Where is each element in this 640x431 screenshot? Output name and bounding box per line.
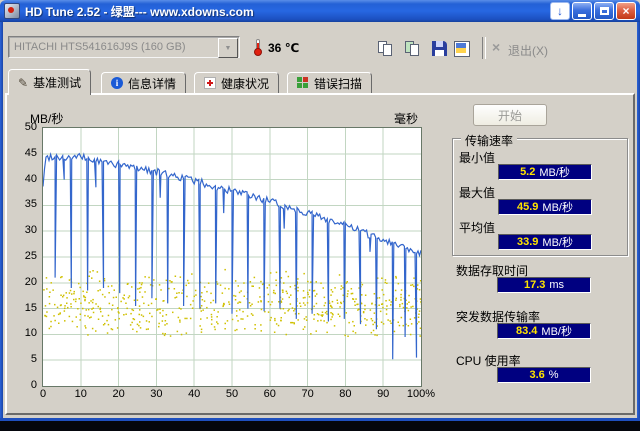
access-time-number: 17.3: [523, 279, 546, 291]
window-title: HD Tune 2.52 - 绿盟--- www.xdowns.com: [25, 4, 254, 19]
dropdown-arrow-icon[interactable]: ▼: [218, 38, 238, 58]
x-tick-label: 100%: [406, 388, 436, 400]
y2-axis-label: 毫秒: [394, 112, 419, 126]
close-icon: ×: [622, 4, 630, 18]
stat-min-number: 5.2: [520, 166, 536, 178]
benchmark-icon: ✎: [18, 75, 29, 90]
y-tick-label: 40: [24, 172, 37, 185]
thermometer-icon: [254, 39, 262, 56]
x-tick-label: 10: [74, 388, 87, 400]
exit-button[interactable]: 退出(X): [508, 42, 548, 59]
y-tick-label: 20: [24, 275, 37, 288]
x-axis-ticks: 0 10 20 30 40 50 60 70 80 90 100%: [39, 388, 435, 402]
benchmark-chart: [43, 128, 421, 386]
desktop-strip: [0, 421, 640, 431]
drive-select-dropdown[interactable]: HITACHI HTS541616J9S (160 GB) ▼: [8, 36, 240, 58]
stat-value-min: 5.2 MB/秒: [498, 164, 592, 180]
minimize-icon: [578, 14, 586, 17]
info-icon: i: [111, 77, 123, 89]
burst-rate-number: 83.4: [516, 325, 538, 337]
copy-text-icon[interactable]: [376, 40, 396, 58]
tab-error-scan-label: 错误扫描: [314, 76, 363, 91]
app-icon: [4, 3, 20, 19]
tab-benchmark-label: 基准测试: [33, 76, 82, 90]
stat-max-number: 45.9: [517, 201, 539, 213]
y-tick-label: 25: [24, 250, 37, 262]
temperature-readout: 36 ℃: [268, 41, 299, 55]
cpu-usage-number: 3.6: [529, 369, 545, 381]
close-button[interactable]: ×: [616, 2, 636, 20]
x-tick-label: 80: [339, 388, 352, 400]
burst-rate-unit: MB/秒: [541, 326, 572, 338]
x-tick-label: 30: [150, 388, 163, 400]
save-icon[interactable]: [430, 40, 450, 58]
x-tick-label: 40: [188, 388, 201, 400]
x-tick-label: 0: [39, 388, 47, 400]
transfer-rate-group: 传输速率 最小值 5.2 MB/秒 最大值 45.9 MB/秒 平均值 33.9…: [452, 132, 628, 256]
hdtune-window: HD Tune 2.52 - 绿盟--- www.xdowns.com ↓ × …: [0, 0, 640, 431]
tab-error-scan[interactable]: 错误扫描: [287, 72, 373, 93]
y-tick-label: 0: [30, 379, 37, 391]
tab-info-label: 信息详情: [128, 76, 177, 91]
window-border-left: [0, 22, 3, 421]
y-tick-label: 10: [24, 327, 37, 340]
y-tick-label: 50: [24, 121, 37, 133]
x-tick-label: 90: [377, 388, 390, 400]
x-tick-label: 70: [301, 388, 314, 400]
download-glyph: ↓: [557, 4, 563, 18]
stat-avg-number: 33.9: [517, 236, 539, 248]
stat-value-burst-rate: 83.4 MB/秒: [497, 323, 591, 339]
drive-select-value: HITACHI HTS541616J9S (160 GB): [14, 41, 186, 53]
scan-grid-icon: [297, 77, 309, 89]
tab-health[interactable]: 健康状况: [194, 72, 280, 93]
access-time-unit: ms: [549, 279, 565, 291]
temperature-unit: ℃: [284, 41, 300, 55]
health-cross-icon: [204, 77, 216, 89]
x-tick-label: 60: [263, 388, 276, 400]
save-screenshot-icon[interactable]: [452, 40, 472, 58]
exit-icon[interactable]: ×: [492, 40, 500, 54]
stat-label-max: 最大值: [459, 186, 496, 200]
tab-health-label: 健康状况: [221, 76, 270, 91]
y-tick-label: 5: [30, 353, 37, 366]
toolbar-separator: [482, 37, 486, 59]
maximize-icon: [599, 7, 609, 15]
start-button[interactable]: 开始: [473, 104, 547, 126]
cpu-usage-unit: %: [548, 369, 559, 381]
tab-info[interactable]: i 信息详情: [101, 72, 187, 93]
y-tick-label: 30: [24, 224, 37, 237]
x-tick-label: 50: [225, 388, 239, 400]
stat-value-cpu-usage: 3.6 %: [497, 367, 591, 383]
stat-label-min: 最小值: [459, 151, 496, 165]
temperature-value: 36: [268, 41, 282, 55]
tab-benchmark[interactable]: ✎ 基准测试: [8, 69, 92, 95]
y-axis-ticks: 50 45 40 35 30 25 20 15 10 5 0: [12, 121, 39, 391]
copy-image-icon[interactable]: [403, 40, 423, 58]
stat-avg-unit: MB/秒: [542, 237, 573, 249]
x-tick-label: 20: [112, 388, 125, 400]
title-bar[interactable]: HD Tune 2.52 - 绿盟--- www.xdowns.com ↓ ×: [0, 0, 640, 22]
transfer-rate-group-title: 传输速率: [461, 132, 518, 149]
maximize-button[interactable]: [594, 2, 614, 20]
stat-label-avg: 平均值: [459, 221, 496, 235]
minimize-button[interactable]: [572, 2, 592, 20]
stat-value-access-time: 17.3 ms: [497, 277, 591, 293]
stat-value-avg: 33.9 MB/秒: [498, 234, 592, 250]
stat-value-max: 45.9 MB/秒: [498, 199, 592, 215]
y-tick-label: 35: [24, 198, 37, 211]
stat-max-unit: MB/秒: [542, 202, 573, 214]
stat-min-unit: MB/秒: [539, 167, 570, 179]
y-tick-label: 15: [24, 301, 37, 314]
download-arrow-icon[interactable]: ↓: [550, 2, 570, 20]
benchmark-plot: [42, 127, 422, 387]
y-tick-label: 45: [24, 146, 37, 159]
